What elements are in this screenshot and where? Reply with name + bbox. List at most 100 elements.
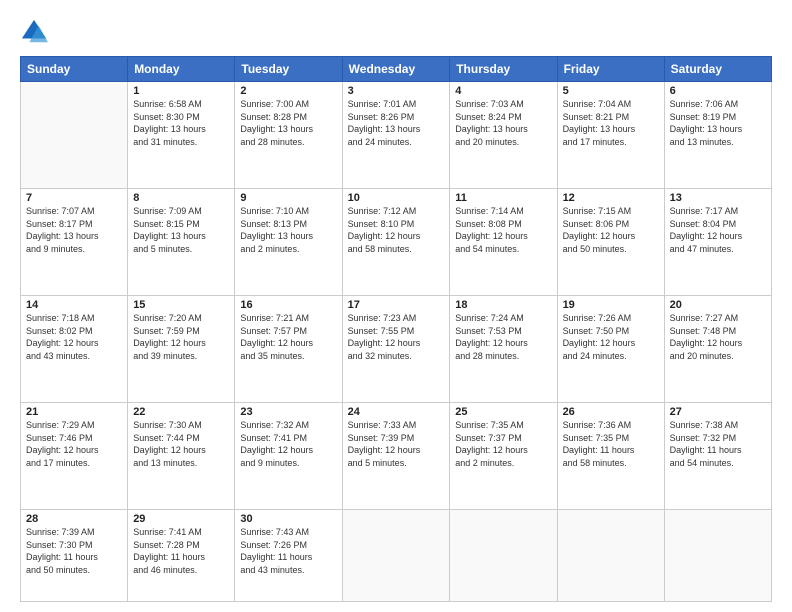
day-info: Sunrise: 7:07 AM Sunset: 8:17 PM Dayligh… <box>26 205 122 255</box>
table-row: 6Sunrise: 7:06 AM Sunset: 8:19 PM Daylig… <box>664 82 771 189</box>
day-info: Sunrise: 7:33 AM Sunset: 7:39 PM Dayligh… <box>348 419 445 469</box>
day-number: 16 <box>240 299 336 311</box>
logo-icon <box>20 18 48 46</box>
header-sunday: Sunday <box>21 57 128 82</box>
day-number: 15 <box>133 299 229 311</box>
table-row: 4Sunrise: 7:03 AM Sunset: 8:24 PM Daylig… <box>450 82 557 189</box>
day-info: Sunrise: 6:58 AM Sunset: 8:30 PM Dayligh… <box>133 98 229 148</box>
table-row: 17Sunrise: 7:23 AM Sunset: 7:55 PM Dayli… <box>342 296 450 403</box>
day-info: Sunrise: 7:20 AM Sunset: 7:59 PM Dayligh… <box>133 312 229 362</box>
day-number: 1 <box>133 85 229 97</box>
day-number: 4 <box>455 85 551 97</box>
day-info: Sunrise: 7:10 AM Sunset: 8:13 PM Dayligh… <box>240 205 336 255</box>
day-number: 26 <box>563 406 659 418</box>
day-number: 23 <box>240 406 336 418</box>
day-info: Sunrise: 7:39 AM Sunset: 7:30 PM Dayligh… <box>26 526 122 576</box>
table-row: 14Sunrise: 7:18 AM Sunset: 8:02 PM Dayli… <box>21 296 128 403</box>
table-row: 15Sunrise: 7:20 AM Sunset: 7:59 PM Dayli… <box>128 296 235 403</box>
header-tuesday: Tuesday <box>235 57 342 82</box>
day-number: 13 <box>670 192 766 204</box>
day-number: 11 <box>455 192 551 204</box>
day-info: Sunrise: 7:41 AM Sunset: 7:28 PM Dayligh… <box>133 526 229 576</box>
day-number: 10 <box>348 192 445 204</box>
table-row: 12Sunrise: 7:15 AM Sunset: 8:06 PM Dayli… <box>557 189 664 296</box>
weekday-header-row: Sunday Monday Tuesday Wednesday Thursday… <box>21 57 772 82</box>
table-row <box>664 510 771 602</box>
table-row: 26Sunrise: 7:36 AM Sunset: 7:35 PM Dayli… <box>557 403 664 510</box>
day-info: Sunrise: 7:03 AM Sunset: 8:24 PM Dayligh… <box>455 98 551 148</box>
table-row <box>21 82 128 189</box>
day-info: Sunrise: 7:01 AM Sunset: 8:26 PM Dayligh… <box>348 98 445 148</box>
day-number: 30 <box>240 513 336 525</box>
day-number: 22 <box>133 406 229 418</box>
day-number: 5 <box>563 85 659 97</box>
day-number: 28 <box>26 513 122 525</box>
header-wednesday: Wednesday <box>342 57 450 82</box>
table-row: 22Sunrise: 7:30 AM Sunset: 7:44 PM Dayli… <box>128 403 235 510</box>
day-info: Sunrise: 7:00 AM Sunset: 8:28 PM Dayligh… <box>240 98 336 148</box>
header-monday: Monday <box>128 57 235 82</box>
day-number: 17 <box>348 299 445 311</box>
day-info: Sunrise: 7:21 AM Sunset: 7:57 PM Dayligh… <box>240 312 336 362</box>
header-saturday: Saturday <box>664 57 771 82</box>
day-number: 27 <box>670 406 766 418</box>
table-row: 7Sunrise: 7:07 AM Sunset: 8:17 PM Daylig… <box>21 189 128 296</box>
table-row <box>342 510 450 602</box>
table-row: 21Sunrise: 7:29 AM Sunset: 7:46 PM Dayli… <box>21 403 128 510</box>
day-number: 29 <box>133 513 229 525</box>
day-info: Sunrise: 7:18 AM Sunset: 8:02 PM Dayligh… <box>26 312 122 362</box>
day-info: Sunrise: 7:06 AM Sunset: 8:19 PM Dayligh… <box>670 98 766 148</box>
table-row: 19Sunrise: 7:26 AM Sunset: 7:50 PM Dayli… <box>557 296 664 403</box>
day-number: 6 <box>670 85 766 97</box>
day-number: 24 <box>348 406 445 418</box>
header-thursday: Thursday <box>450 57 557 82</box>
calendar-table: Sunday Monday Tuesday Wednesday Thursday… <box>20 56 772 602</box>
table-row: 29Sunrise: 7:41 AM Sunset: 7:28 PM Dayli… <box>128 510 235 602</box>
day-info: Sunrise: 7:38 AM Sunset: 7:32 PM Dayligh… <box>670 419 766 469</box>
day-info: Sunrise: 7:26 AM Sunset: 7:50 PM Dayligh… <box>563 312 659 362</box>
day-info: Sunrise: 7:35 AM Sunset: 7:37 PM Dayligh… <box>455 419 551 469</box>
day-info: Sunrise: 7:30 AM Sunset: 7:44 PM Dayligh… <box>133 419 229 469</box>
table-row: 11Sunrise: 7:14 AM Sunset: 8:08 PM Dayli… <box>450 189 557 296</box>
table-row: 3Sunrise: 7:01 AM Sunset: 8:26 PM Daylig… <box>342 82 450 189</box>
day-info: Sunrise: 7:17 AM Sunset: 8:04 PM Dayligh… <box>670 205 766 255</box>
day-number: 9 <box>240 192 336 204</box>
day-number: 8 <box>133 192 229 204</box>
table-row <box>557 510 664 602</box>
table-row: 2Sunrise: 7:00 AM Sunset: 8:28 PM Daylig… <box>235 82 342 189</box>
day-number: 2 <box>240 85 336 97</box>
table-row: 25Sunrise: 7:35 AM Sunset: 7:37 PM Dayli… <box>450 403 557 510</box>
table-row: 24Sunrise: 7:33 AM Sunset: 7:39 PM Dayli… <box>342 403 450 510</box>
logo <box>20 18 52 46</box>
day-number: 3 <box>348 85 445 97</box>
day-info: Sunrise: 7:32 AM Sunset: 7:41 PM Dayligh… <box>240 419 336 469</box>
day-info: Sunrise: 7:43 AM Sunset: 7:26 PM Dayligh… <box>240 526 336 576</box>
table-row: 5Sunrise: 7:04 AM Sunset: 8:21 PM Daylig… <box>557 82 664 189</box>
day-number: 18 <box>455 299 551 311</box>
day-info: Sunrise: 7:23 AM Sunset: 7:55 PM Dayligh… <box>348 312 445 362</box>
day-number: 25 <box>455 406 551 418</box>
day-info: Sunrise: 7:09 AM Sunset: 8:15 PM Dayligh… <box>133 205 229 255</box>
day-number: 12 <box>563 192 659 204</box>
day-number: 14 <box>26 299 122 311</box>
day-info: Sunrise: 7:36 AM Sunset: 7:35 PM Dayligh… <box>563 419 659 469</box>
table-row: 27Sunrise: 7:38 AM Sunset: 7:32 PM Dayli… <box>664 403 771 510</box>
day-info: Sunrise: 7:04 AM Sunset: 8:21 PM Dayligh… <box>563 98 659 148</box>
table-row: 18Sunrise: 7:24 AM Sunset: 7:53 PM Dayli… <box>450 296 557 403</box>
day-info: Sunrise: 7:12 AM Sunset: 8:10 PM Dayligh… <box>348 205 445 255</box>
table-row: 1Sunrise: 6:58 AM Sunset: 8:30 PM Daylig… <box>128 82 235 189</box>
day-info: Sunrise: 7:14 AM Sunset: 8:08 PM Dayligh… <box>455 205 551 255</box>
day-info: Sunrise: 7:24 AM Sunset: 7:53 PM Dayligh… <box>455 312 551 362</box>
header <box>20 18 772 46</box>
table-row: 13Sunrise: 7:17 AM Sunset: 8:04 PM Dayli… <box>664 189 771 296</box>
calendar-page: Sunday Monday Tuesday Wednesday Thursday… <box>0 0 792 612</box>
day-info: Sunrise: 7:27 AM Sunset: 7:48 PM Dayligh… <box>670 312 766 362</box>
table-row: 9Sunrise: 7:10 AM Sunset: 8:13 PM Daylig… <box>235 189 342 296</box>
day-number: 20 <box>670 299 766 311</box>
header-friday: Friday <box>557 57 664 82</box>
table-row <box>450 510 557 602</box>
day-info: Sunrise: 7:29 AM Sunset: 7:46 PM Dayligh… <box>26 419 122 469</box>
table-row: 20Sunrise: 7:27 AM Sunset: 7:48 PM Dayli… <box>664 296 771 403</box>
table-row: 8Sunrise: 7:09 AM Sunset: 8:15 PM Daylig… <box>128 189 235 296</box>
table-row: 28Sunrise: 7:39 AM Sunset: 7:30 PM Dayli… <box>21 510 128 602</box>
